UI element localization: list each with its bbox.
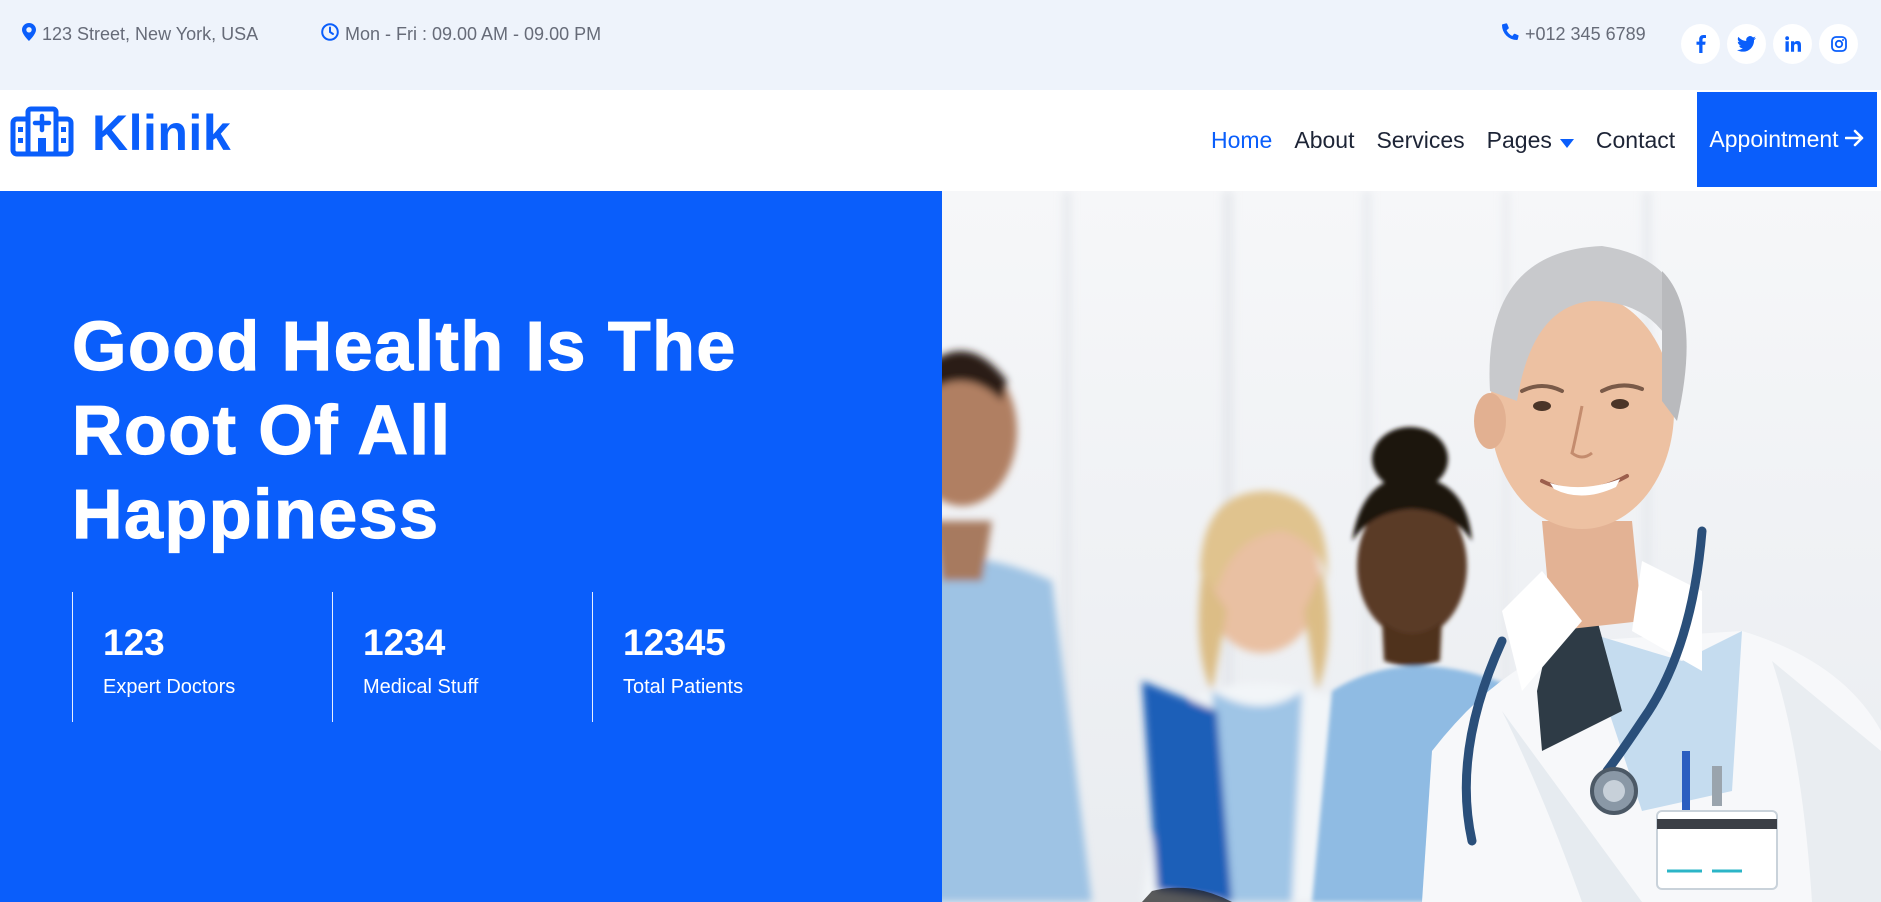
appointment-button[interactable]: Appointment	[1697, 92, 1877, 187]
hours-text: Mon - Fri : 09.00 AM - 09.00 PM	[345, 24, 602, 44]
hero-stats: 123 Expert Doctors 1234 Medical Stuff 12…	[72, 592, 852, 722]
stat-label: Total Patients	[623, 676, 744, 698]
social-links	[1681, 24, 1858, 64]
nav-menu: Home About Services Pages Contact	[1211, 90, 1697, 190]
stat-label: Medical Stuff	[363, 676, 479, 698]
top-info-bar: 123 Street, New York, USA Mon - Fri : 09…	[0, 0, 1881, 90]
twitter-icon[interactable]	[1727, 24, 1766, 64]
clock-icon	[321, 23, 345, 46]
hero-title-line-1: Good Health Is The	[71, 306, 737, 385]
hero-title-line-2: Root Of All	[71, 390, 452, 469]
caret-down-icon	[1552, 127, 1574, 154]
stat-staff: 1234 Medical Stuff	[332, 592, 592, 722]
instagram-icon[interactable]	[1819, 24, 1858, 64]
phone-info[interactable]: +012 345 6789	[1501, 23, 1646, 45]
nav-services[interactable]: Services	[1376, 127, 1464, 154]
nav-about[interactable]: About	[1294, 127, 1354, 154]
nav-pages-dropdown[interactable]: Pages	[1487, 127, 1574, 154]
stat-label: Expert Doctors	[103, 676, 236, 698]
stat-doctors: 123 Expert Doctors	[72, 592, 332, 722]
brand-logo[interactable]: Klinik	[10, 104, 231, 162]
stat-value: 1234	[363, 622, 446, 663]
hospital-icon	[10, 105, 74, 162]
stat-patients: 12345 Total Patients	[592, 592, 852, 722]
nav-contact[interactable]: Contact	[1596, 127, 1675, 154]
hero-title: Good Health Is The Root Of All Happiness	[71, 304, 912, 556]
main-navbar: Klinik Home About Services Pages Contact…	[0, 90, 1881, 191]
nav-pages-label: Pages	[1486, 126, 1552, 153]
facebook-icon[interactable]	[1681, 24, 1720, 64]
brand-name: Klinik	[92, 105, 232, 161]
address-info: 123 Street, New York, USA	[22, 23, 258, 46]
nav-home[interactable]: Home	[1211, 127, 1272, 154]
phone-text: +012 345 6789	[1525, 23, 1646, 44]
doctors-illustration	[942, 191, 1881, 902]
hero-title-line-3: Happiness	[71, 474, 440, 553]
hero-doctors-image	[942, 191, 1881, 902]
stat-value: 12345	[623, 622, 726, 663]
hours-info: Mon - Fri : 09.00 AM - 09.00 PM	[321, 23, 601, 46]
appointment-label: Appointment	[1709, 126, 1839, 152]
arrow-right-icon	[1839, 126, 1865, 153]
phone-icon	[1501, 23, 1525, 45]
linkedin-icon[interactable]	[1773, 24, 1812, 64]
map-marker-icon	[22, 23, 42, 46]
address-text: 123 Street, New York, USA	[42, 24, 259, 44]
stat-value: 123	[103, 622, 165, 663]
